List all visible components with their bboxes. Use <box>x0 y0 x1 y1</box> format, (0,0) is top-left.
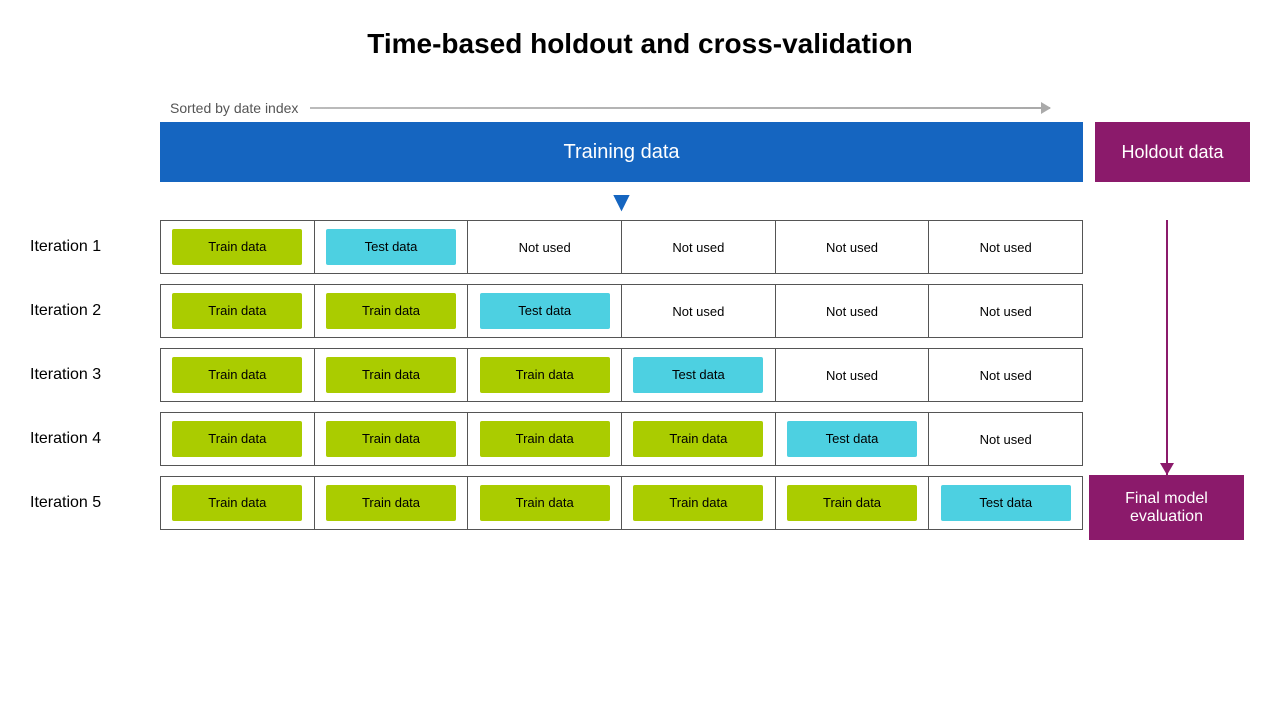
iteration-row-3: Iteration 3Train dataTrain dataTrain dat… <box>30 348 1083 402</box>
iteration-row-1: Iteration 1Train dataTest dataNot usedNo… <box>30 220 1083 274</box>
iteration-label-2: Iteration 2 <box>30 302 160 320</box>
iteration-row-2: Iteration 2Train dataTrain dataTest data… <box>30 284 1083 338</box>
cell-5-3: Train data <box>468 477 622 529</box>
cell-3-4: Test data <box>622 349 776 401</box>
cell-4-6: Not used <box>929 413 1083 465</box>
cell-5-2: Train data <box>315 477 469 529</box>
cell-3-1: Train data <box>161 349 315 401</box>
iteration-label-3: Iteration 3 <box>30 366 160 384</box>
cell-3-5: Not used <box>776 349 930 401</box>
cell-3-2: Train data <box>315 349 469 401</box>
cell-2-4: Not used <box>622 285 776 337</box>
iterations-section: Iteration 1Train dataTest dataNot usedNo… <box>30 220 1083 540</box>
cell-2-1: Train data <box>161 285 315 337</box>
right-column: Final model evaluation <box>1083 220 1250 540</box>
cell-4-5: Test data <box>776 413 930 465</box>
holdout-arrow-line <box>1166 220 1168 475</box>
cell-5-6: Test data <box>929 477 1083 529</box>
cell-1-2: Test data <box>315 221 469 273</box>
date-label: Sorted by date index <box>170 100 298 116</box>
holdout-block: Holdout data <box>1095 122 1250 182</box>
cell-5-5: Train data <box>776 477 930 529</box>
iteration-row-4: Iteration 4Train dataTrain dataTrain dat… <box>30 412 1083 466</box>
cell-4-2: Train data <box>315 413 469 465</box>
date-arrow <box>310 107 1050 109</box>
iteration-label-5: Iteration 5 <box>30 494 160 512</box>
cell-2-3: Test data <box>468 285 622 337</box>
iteration-label-1: Iteration 1 <box>30 238 160 256</box>
cell-2-2: Train data <box>315 285 469 337</box>
cell-5-1: Train data <box>161 477 315 529</box>
final-eval-block: Final model evaluation <box>1089 475 1244 540</box>
training-down-arrow: ▼ <box>608 188 636 216</box>
iteration-row-5: Iteration 5Train dataTrain dataTrain dat… <box>30 476 1083 530</box>
page-title: Time-based holdout and cross-validation <box>0 0 1280 70</box>
cell-4-1: Train data <box>161 413 315 465</box>
cell-1-4: Not used <box>622 221 776 273</box>
cell-1-5: Not used <box>776 221 930 273</box>
cell-1-6: Not used <box>929 221 1083 273</box>
cell-5-4: Train data <box>622 477 776 529</box>
cell-4-4: Train data <box>622 413 776 465</box>
cell-3-6: Not used <box>929 349 1083 401</box>
cell-1-1: Train data <box>161 221 315 273</box>
cell-3-3: Train data <box>468 349 622 401</box>
holdout-arrowhead <box>1160 463 1174 475</box>
cell-2-5: Not used <box>776 285 930 337</box>
cell-1-3: Not used <box>468 221 622 273</box>
cell-4-3: Train data <box>468 413 622 465</box>
iteration-label-4: Iteration 4 <box>30 430 160 448</box>
cell-2-6: Not used <box>929 285 1083 337</box>
training-block: Training data <box>160 122 1083 182</box>
